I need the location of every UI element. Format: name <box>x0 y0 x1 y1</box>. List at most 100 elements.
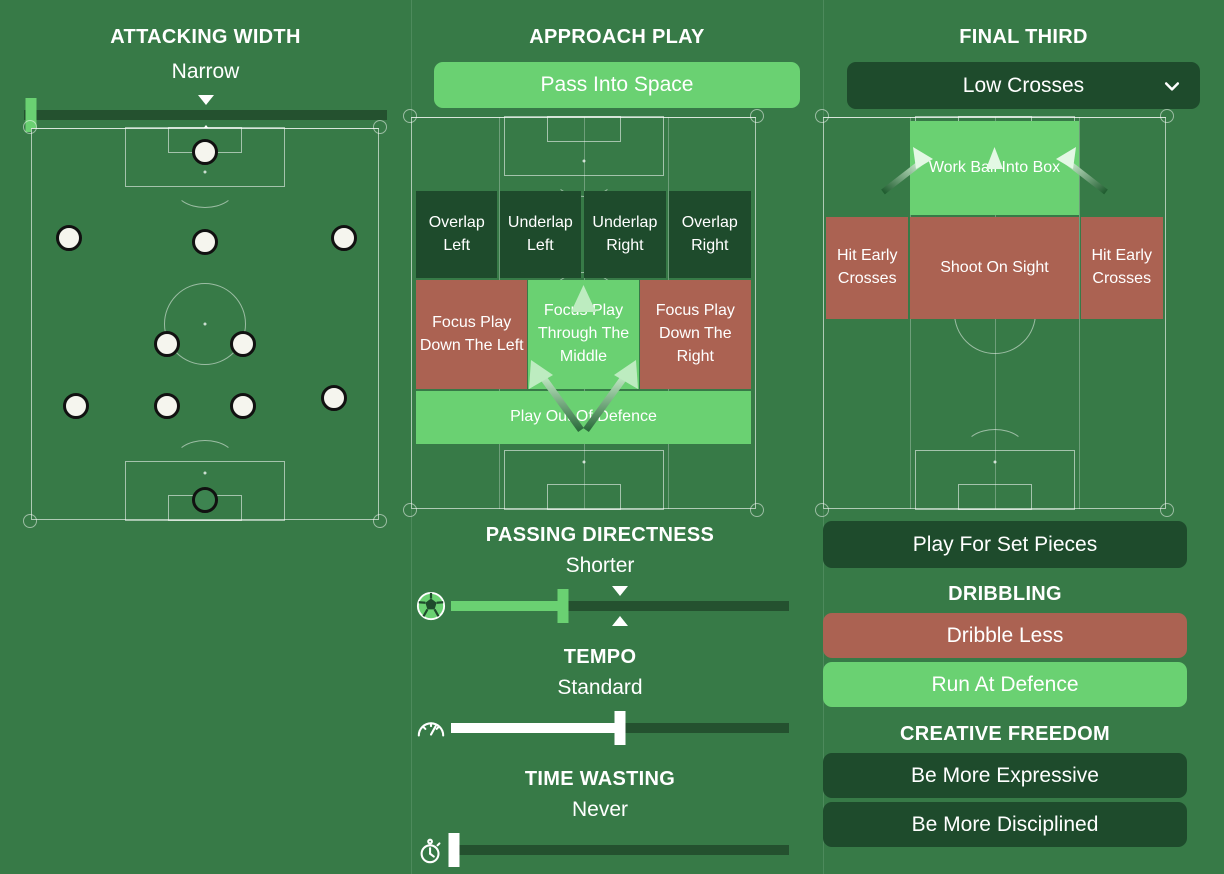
player-token-centre-mid-left[interactable] <box>153 330 180 357</box>
slider-track-2[interactable] <box>448 830 789 870</box>
player-token-goalkeeper[interactable] <box>192 487 218 514</box>
slider-fill-1 <box>451 723 620 733</box>
ft-pitch-corner-arc-tl <box>815 109 829 123</box>
tactics-screen: ATTACKING WIDTH Narrow APPROACH PLAY Pas… <box>0 0 1224 874</box>
zone-hit-early-crosses-right[interactable]: Hit Early Crosses <box>1080 216 1163 319</box>
zone-play-out-of-defence[interactable]: Play Out Of Defence <box>416 391 751 445</box>
slider-center-marker-bottom-0 <box>612 616 628 626</box>
approach-pitch-corner-arc-bl <box>403 503 417 517</box>
slider-title-1: TEMPO <box>563 646 637 668</box>
final-third-pitch: Work Ball Into Box Hit Early Crosses Sho… <box>815 109 1174 517</box>
slider-fill-0 <box>451 601 563 611</box>
ft-pitch-corner-arc-bl <box>815 503 829 517</box>
slider-value-1: Standard <box>557 676 643 699</box>
approach-play-main-button[interactable]: Pass Into Space <box>434 62 800 108</box>
zone-shoot-on-sight-label: Shoot On Sight <box>940 258 1049 276</box>
slider-title-2: TIME WASTING <box>524 768 676 790</box>
approach-play-sliders: PASSING DIRECTNESS Shorter TEMPO Standard TI… <box>411 524 789 870</box>
player-token-striker[interactable] <box>192 138 218 165</box>
final-third-dropdown-value: Low Crosses <box>962 73 1085 97</box>
final-third-controls: Play For Set Pieces DRIBBLING Dribble Le… <box>823 521 1187 847</box>
final-third-column: FINAL THIRD Low Crosses Work Ball Into B… <box>815 0 1224 874</box>
zone-focus-right[interactable]: Focus Play Down The Right <box>639 279 751 390</box>
slider-value-2: Never <box>571 798 629 821</box>
slider-handle-2[interactable] <box>448 833 460 867</box>
slider-handle-0[interactable] <box>557 589 569 623</box>
player-token-centre-back-left[interactable] <box>153 393 180 420</box>
pitch-corner-arc-br <box>373 514 387 528</box>
approach-play-column: APPROACH PLAY Pass Into Space Overlap Le… <box>403 0 823 874</box>
zone-focus-middle[interactable]: Focus Play Through The Middle <box>527 279 640 390</box>
player-token-right-winger[interactable] <box>331 224 358 251</box>
zone-hit-early-crosses-left[interactable]: Hit Early Crosses <box>826 216 909 319</box>
slider-2[interactable] <box>411 830 789 870</box>
zone-overlap-right[interactable]: Overlap Right <box>668 191 751 278</box>
final-third-title: FINAL THIRD <box>959 26 1088 48</box>
attacking-width-center-marker-top <box>197 95 214 105</box>
ft-channel-line-3 <box>1078 117 1080 509</box>
slider-block-tempo: TEMPO Standard <box>411 646 789 748</box>
slider-0[interactable] <box>411 586 789 626</box>
zone-underlap-right[interactable]: Underlap Right <box>584 191 666 278</box>
pitch-center-spot <box>203 322 207 326</box>
pitch-penalty-arc-top <box>174 168 236 208</box>
slider-block-passing-directness: PASSING DIRECTNESS Shorter <box>411 524 789 626</box>
attacking-width-track[interactable] <box>24 110 387 120</box>
pitch-corner-arc-tl <box>23 120 37 134</box>
zone-overlap-right-label: Overlap Right <box>681 213 738 254</box>
run-at-defence-button[interactable]: Run At Defence <box>823 662 1187 707</box>
slider-value-0: Shorter <box>565 554 635 577</box>
zone-overlap-left-label: Overlap Left <box>428 213 485 254</box>
zone-underlap-right-label: Underlap Right <box>592 213 658 254</box>
approach-play-title: APPROACH PLAY <box>529 26 705 48</box>
speedometer-icon <box>411 708 451 748</box>
football-icon <box>411 586 451 626</box>
attacking-width-column: ATTACKING WIDTH Narrow <box>0 0 411 874</box>
player-token-left-winger[interactable] <box>56 224 83 251</box>
zone-shoot-on-sight[interactable]: Shoot On Sight <box>910 216 1079 319</box>
zone-focus-left[interactable]: Focus Play Down The Left <box>416 279 528 390</box>
attacking-width-title: ATTACKING WIDTH <box>110 26 301 48</box>
slider-center-marker-top-0 <box>612 586 628 596</box>
formation-pitch <box>23 120 387 528</box>
zone-work-ball-into-box-label: Work Ball Into Box <box>928 158 1061 176</box>
zone-hit-early-crosses-right-label: Hit Early Crosses <box>1091 247 1152 287</box>
player-token-right-back[interactable] <box>320 385 347 412</box>
be-more-expressive-button[interactable]: Be More Expressive <box>823 753 1187 798</box>
pitch-corner-arc-bl <box>23 514 37 528</box>
slider-track-bg-2 <box>451 845 789 855</box>
be-more-disciplined-button[interactable]: Be More Disciplined <box>823 802 1187 847</box>
player-token-centre-mid-right[interactable] <box>230 330 257 357</box>
pitch-corner-arc-tr <box>373 120 387 134</box>
chevron-down-icon <box>1162 76 1182 96</box>
zone-focus-middle-label: Focus Play Through The Middle <box>537 302 630 365</box>
player-token-centre-back-right[interactable] <box>230 393 257 420</box>
approach-pitch-corner-arc-tr <box>750 109 764 123</box>
slider-1[interactable] <box>411 708 789 748</box>
player-token-left-back[interactable] <box>63 393 90 420</box>
zone-underlap-left-label: Underlap Left <box>507 213 573 254</box>
ft-pitch-corner-arc-br <box>1160 503 1174 517</box>
zone-play-out-of-defence-label: Play Out Of Defence <box>510 408 657 426</box>
final-third-dropdown[interactable]: Low Crosses <box>847 62 1200 109</box>
slider-handle-1[interactable] <box>614 711 626 745</box>
dribbling-title: DRIBBLING <box>948 583 1062 605</box>
slider-block-time-wasting: TIME WASTING Never <box>411 768 789 870</box>
approach-pitch-corner-arc-tl <box>403 109 417 123</box>
zone-focus-right-label: Focus Play Down The Right <box>655 302 735 365</box>
zone-work-ball-into-box[interactable]: Work Ball Into Box <box>910 120 1079 215</box>
attacking-width-value: Narrow <box>171 60 240 83</box>
play-for-set-pieces-button[interactable]: Play For Set Pieces <box>823 521 1187 568</box>
pitch-penalty-arc-bottom <box>174 440 236 480</box>
dribble-less-button[interactable]: Dribble Less <box>823 613 1187 658</box>
zone-focus-left-label: Focus Play Down The Left <box>419 313 524 354</box>
creative-freedom-title: CREATIVE FREEDOM <box>900 723 1110 745</box>
zone-overlap-left[interactable]: Overlap Left <box>416 191 498 278</box>
slider-track-0[interactable] <box>451 586 789 626</box>
zone-underlap-left[interactable]: Underlap Left <box>499 191 582 278</box>
slider-track-1[interactable] <box>451 708 789 748</box>
player-token-attacking-mid[interactable] <box>192 228 218 255</box>
stopwatch-icon <box>411 830 451 870</box>
slider-title-0: PASSING DIRECTNESS <box>485 524 715 546</box>
ft-pitch-corner-arc-tr <box>1160 109 1174 123</box>
